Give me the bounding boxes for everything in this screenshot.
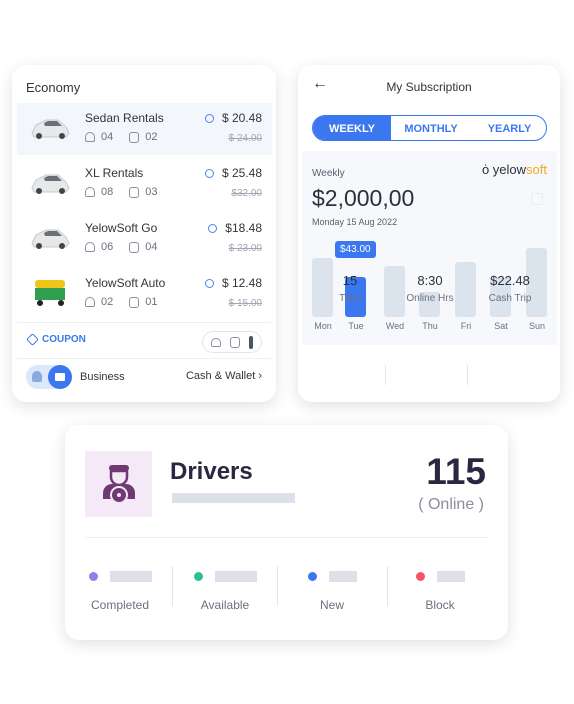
divider xyxy=(85,537,488,538)
tab-yearly[interactable]: YEARLY xyxy=(471,116,546,140)
ride-option[interactable]: YelowSoft Go 06 04 $18.48 $ 23.00 xyxy=(17,213,272,265)
seats-icon xyxy=(85,187,95,197)
day-label: Sat xyxy=(494,321,508,331)
original-price: $32.00 xyxy=(231,188,262,199)
earnings-panel: Weekly ȯ yelowsoft $2,000,00 Monday 15 A… xyxy=(302,151,557,345)
ride-option[interactable]: Sedan Rentals 04 02 $ 20.48 $ 24.00 xyxy=(17,103,272,155)
divider xyxy=(387,566,388,606)
payment-method-button[interactable]: Cash & Wallet › xyxy=(186,370,262,382)
stat-item: $22.48 Cash Trip xyxy=(488,273,532,304)
mode-toggle[interactable] xyxy=(26,365,72,389)
drivers-card: Drivers 115 ( Online ) Completed Availabl… xyxy=(65,425,508,640)
status-dot xyxy=(193,572,203,582)
person-icon[interactable] xyxy=(248,335,253,349)
divider xyxy=(172,566,173,606)
value-placeholder xyxy=(109,571,152,583)
divider xyxy=(385,365,386,385)
tab-monthly[interactable]: MONTHLY xyxy=(391,116,471,140)
ride-option[interactable]: XL Rentals 08 03 $ 25.48 $32.00 xyxy=(17,158,272,210)
seat-count: 06 xyxy=(101,241,114,253)
status-block[interactable]: Block xyxy=(390,568,490,612)
status-new[interactable]: New xyxy=(282,568,382,612)
passengers-icon[interactable] xyxy=(211,337,222,347)
seats-icon xyxy=(85,242,95,252)
info-icon[interactable] xyxy=(204,113,214,123)
stat-item: 15 Trips xyxy=(339,273,361,304)
original-price: $ 23.00 xyxy=(228,243,262,254)
ride-option[interactable]: YelowSoft Auto 02 01 $ 12.48 $ 15.00 xyxy=(17,268,272,320)
seats-icon xyxy=(85,297,95,307)
section-title: Economy xyxy=(26,80,81,95)
luggage-icon xyxy=(129,186,140,198)
bag-count: 01 xyxy=(145,296,158,308)
subtitle-placeholder xyxy=(172,493,295,503)
auto-rickshaw-icon xyxy=(35,280,65,306)
online-label: ( Online ) xyxy=(418,496,484,513)
bag-count: 02 xyxy=(145,131,158,143)
drivers-title: Drivers xyxy=(170,458,253,485)
price: $18.48 xyxy=(225,221,262,235)
driver-icon xyxy=(85,451,152,517)
day-label: Fri xyxy=(460,321,472,331)
price: $ 25.48 xyxy=(221,166,262,180)
info-icon[interactable] xyxy=(208,223,218,233)
mode-label: Business xyxy=(80,371,125,383)
day-label: Mon xyxy=(314,321,332,331)
bag-count: 04 xyxy=(145,241,158,253)
seat-count: 04 xyxy=(101,131,114,143)
status-dot xyxy=(307,572,317,582)
bar-tooltip: $43.00 xyxy=(335,240,376,258)
seat-count: 08 xyxy=(101,186,114,198)
value-placeholder xyxy=(328,571,357,583)
status-completed[interactable]: Completed xyxy=(70,568,170,612)
luggage-icon xyxy=(129,241,140,253)
value-placeholder xyxy=(214,571,257,583)
period-tabs: WEEKLY MONTHLY YEARLY xyxy=(312,115,547,141)
stat-item: 8:30 Online Hrs xyxy=(406,273,454,304)
day-label: Sun xyxy=(528,321,545,331)
online-count: 115 xyxy=(426,451,486,492)
original-price: $ 15.00 xyxy=(228,298,262,309)
original-price: $ 24.00 xyxy=(228,133,262,144)
luggage-icon xyxy=(129,296,140,308)
ride-selection-card: Economy Sedan Rentals 04 02 $ 20.48 $ 24.… xyxy=(12,65,276,402)
price: $ 20.48 xyxy=(221,111,262,125)
chevron-right-icon: › xyxy=(258,370,262,382)
car-icon xyxy=(31,229,70,249)
info-icon[interactable] xyxy=(204,278,214,288)
seats-icon xyxy=(85,132,95,142)
seat-count: 02 xyxy=(101,296,114,308)
personal-icon xyxy=(32,371,42,382)
subscription-card: ← My Subscription WEEKLY MONTHLY YEARLY … xyxy=(298,65,560,402)
weekly-bar-chart: Mon Tue $43.00 Wed Thu Fri Sat Sun xyxy=(302,151,557,345)
price: $ 12.48 xyxy=(221,276,262,290)
tag-icon xyxy=(26,333,39,346)
car-icon xyxy=(31,174,70,194)
status-dot xyxy=(415,572,425,582)
status-available[interactable]: Available xyxy=(175,568,275,612)
coupon-button[interactable]: COUPON xyxy=(26,333,86,346)
day-label: Wed xyxy=(385,321,405,331)
value-placeholder xyxy=(436,571,465,583)
luggage-icon[interactable] xyxy=(229,336,240,348)
status-dot xyxy=(88,572,98,582)
day-label: Thu xyxy=(422,321,438,331)
tab-weekly[interactable]: WEEKLY xyxy=(313,116,391,140)
car-icon xyxy=(31,119,70,139)
divider xyxy=(467,365,468,385)
day-label: Tue xyxy=(348,321,364,331)
divider xyxy=(17,322,271,323)
divider xyxy=(277,566,278,606)
divider xyxy=(17,358,271,359)
briefcase-icon xyxy=(48,365,72,389)
page-title: My Subscription xyxy=(386,80,472,94)
luggage-icon xyxy=(129,131,140,143)
bag-count: 03 xyxy=(145,186,158,198)
info-icon[interactable] xyxy=(204,168,214,178)
filter-icons[interactable] xyxy=(202,331,262,353)
